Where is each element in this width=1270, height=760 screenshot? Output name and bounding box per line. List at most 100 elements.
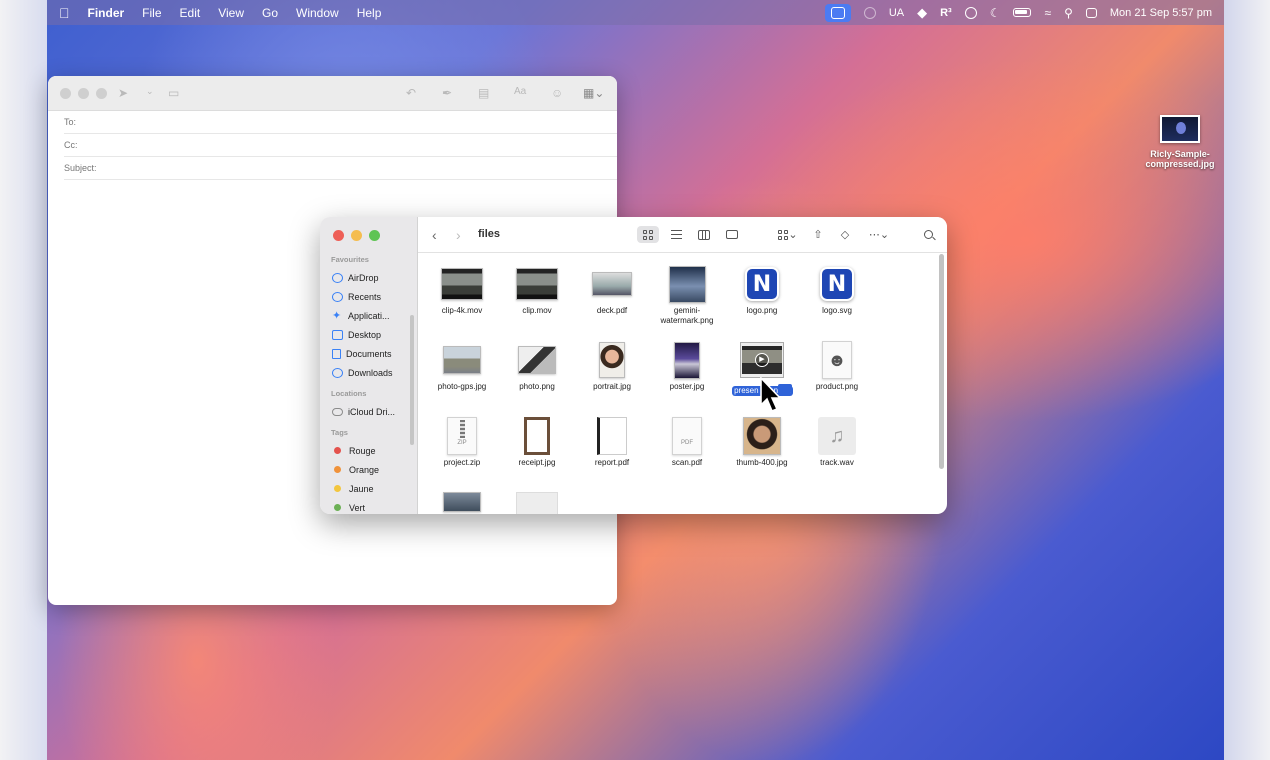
file-item[interactable]: ♫ track.wav <box>799 416 875 468</box>
minimize-button[interactable] <box>78 88 89 99</box>
list-view-button[interactable] <box>665 226 687 243</box>
mail-toolbar: ➤ ⌄ ▭ ↶ ✒ ▤ Aa ☺ ▦⌄ <box>48 76 617 111</box>
close-button[interactable] <box>333 230 344 241</box>
file-item[interactable]: poster.jpg <box>649 340 725 392</box>
emoji-icon[interactable]: ☺ <box>551 86 563 100</box>
sidebar-item-label: Downloads <box>348 367 393 378</box>
file-item[interactable]: ☻ product.png <box>799 340 875 392</box>
file-item[interactable] <box>499 492 575 514</box>
file-item[interactable]: photo-gps.jpg <box>424 340 500 392</box>
file-name: report.pdf <box>594 458 630 467</box>
file-name: logo.svg <box>822 306 852 315</box>
gallery-view-button[interactable] <box>721 226 743 243</box>
battery-icon[interactable] <box>1013 8 1032 17</box>
subject-field[interactable]: Subject: <box>64 157 617 180</box>
format-icon[interactable]: Aa <box>514 86 526 97</box>
menu-view[interactable]: View <box>218 6 244 20</box>
logo-thumbnail-icon: N <box>820 267 854 301</box>
r-app-icon[interactable]: R³ <box>940 7 952 19</box>
header-fields-icon[interactable]: ▭ <box>168 86 179 100</box>
send-icon[interactable]: ➤ <box>118 86 128 100</box>
moon-icon[interactable]: ☾ <box>990 6 1001 20</box>
file-item[interactable]: clip-4k.mov <box>424 264 500 316</box>
music-note-icon: ♫ <box>818 417 856 455</box>
keyboard-layout[interactable]: UA <box>889 7 904 19</box>
menu-window[interactable]: Window <box>296 6 339 20</box>
chevron-down-icon[interactable]: ⌄ <box>146 86 154 97</box>
sidebar-scrollbar[interactable] <box>410 315 414 445</box>
sidebar-item-recents[interactable]: Recents <box>320 287 417 306</box>
to-field[interactable]: To: <box>64 111 617 134</box>
file-name: product.png <box>815 382 859 391</box>
search-button[interactable] <box>917 226 939 243</box>
back-icon[interactable]: ‹ <box>432 227 437 243</box>
menu-go[interactable]: Go <box>262 6 278 20</box>
more-button[interactable]: ⋯⌄ <box>865 226 893 243</box>
sidebar-item-applications[interactable]: ✦ Applicati... <box>320 306 417 325</box>
zoom-button[interactable] <box>96 88 107 99</box>
group-button[interactable]: ⌄ <box>773 226 803 243</box>
sidebar-item-airdrop[interactable]: AirDrop <box>320 268 417 287</box>
file-item[interactable]: gemini-watermark.png <box>649 264 725 326</box>
image-thumbnail-icon <box>518 346 556 374</box>
record-icon[interactable] <box>863 6 876 19</box>
media-icon[interactable] <box>964 6 977 19</box>
minimize-button[interactable] <box>351 230 362 241</box>
file-item[interactable]: photo.png <box>499 340 575 392</box>
file-item[interactable]: PDF scan.pdf <box>649 416 725 468</box>
tag-label: Orange <box>349 464 380 475</box>
photo-browser-icon[interactable]: ▤ <box>478 86 489 100</box>
file-item[interactable]: portrait.jpg <box>574 340 650 392</box>
zoom-button[interactable] <box>369 230 380 241</box>
wifi-icon[interactable]: ≈ <box>1044 6 1051 20</box>
sidebar-tag-rouge[interactable]: Rouge <box>320 441 417 460</box>
search-icon[interactable]: ⚲ <box>1064 6 1073 20</box>
sidebar-tag-jaune[interactable]: Jaune <box>320 479 417 498</box>
icon-view-button[interactable] <box>637 226 659 243</box>
file-item[interactable]: N logo.png <box>724 264 800 316</box>
airdrop-icon <box>332 272 343 283</box>
sidebar-item-icloud[interactable]: iCloud Dri... <box>320 402 417 421</box>
file-item[interactable] <box>424 492 500 514</box>
file-name: photo.png <box>519 382 555 391</box>
window-title: files <box>478 228 501 240</box>
cc-field[interactable]: Cc: <box>64 134 617 157</box>
file-name: poster.jpg <box>669 382 705 391</box>
menu-edit[interactable]: Edit <box>180 6 201 20</box>
attach-icon[interactable]: ✒ <box>442 86 452 100</box>
share-button[interactable]: ⇧ <box>807 226 829 243</box>
forward-icon[interactable]: › <box>456 227 461 243</box>
window-controls <box>333 230 380 241</box>
file-item[interactable]: N logo.svg <box>799 264 875 316</box>
sidebar-item-documents[interactable]: Documents <box>320 344 417 363</box>
headphones-icon: ☻ <box>822 341 852 379</box>
insert-photo-icon[interactable]: ▦⌄ <box>583 86 604 100</box>
screen-share-icon[interactable] <box>824 3 851 22</box>
apple-menu-icon[interactable]:  <box>59 5 70 21</box>
close-button[interactable] <box>60 88 71 99</box>
control-center-icon[interactable] <box>1085 7 1097 18</box>
reply-icon[interactable]: ↶ <box>406 86 416 100</box>
tag-dot-icon <box>334 504 341 511</box>
file-grid-scrollbar[interactable] <box>939 254 944 469</box>
cc-label: Cc: <box>64 140 78 150</box>
desktop-file[interactable]: Ricly-Sample-compressed.jpg <box>1140 115 1220 169</box>
clock[interactable]: Mon 21 Sep 5:57 pm <box>1110 7 1212 19</box>
sidebar-tag-vert[interactable]: Vert <box>320 498 417 514</box>
sidebar-item-downloads[interactable]: Downloads <box>320 363 417 382</box>
menu-bar:  Finder File Edit View Go Window Help U… <box>47 0 1224 25</box>
column-view-button[interactable] <box>693 226 715 243</box>
vpn-icon[interactable]: ◆ <box>917 5 927 21</box>
file-item[interactable]: deck.pdf <box>574 264 650 316</box>
menu-file[interactable]: File <box>142 6 161 20</box>
sidebar-tag-orange[interactable]: Orange <box>320 460 417 479</box>
menu-finder[interactable]: Finder <box>88 6 125 20</box>
file-item[interactable]: report.pdf <box>574 416 650 468</box>
file-item[interactable]: ZIP project.zip <box>424 416 500 468</box>
file-item[interactable]: thumb-400.jpg <box>724 416 800 468</box>
menu-help[interactable]: Help <box>357 6 382 20</box>
tags-button[interactable]: ◇ <box>834 226 856 243</box>
file-item[interactable]: receipt.jpg <box>499 416 575 468</box>
sidebar-item-desktop[interactable]: Desktop <box>320 325 417 344</box>
file-item[interactable]: clip.mov <box>499 264 575 316</box>
